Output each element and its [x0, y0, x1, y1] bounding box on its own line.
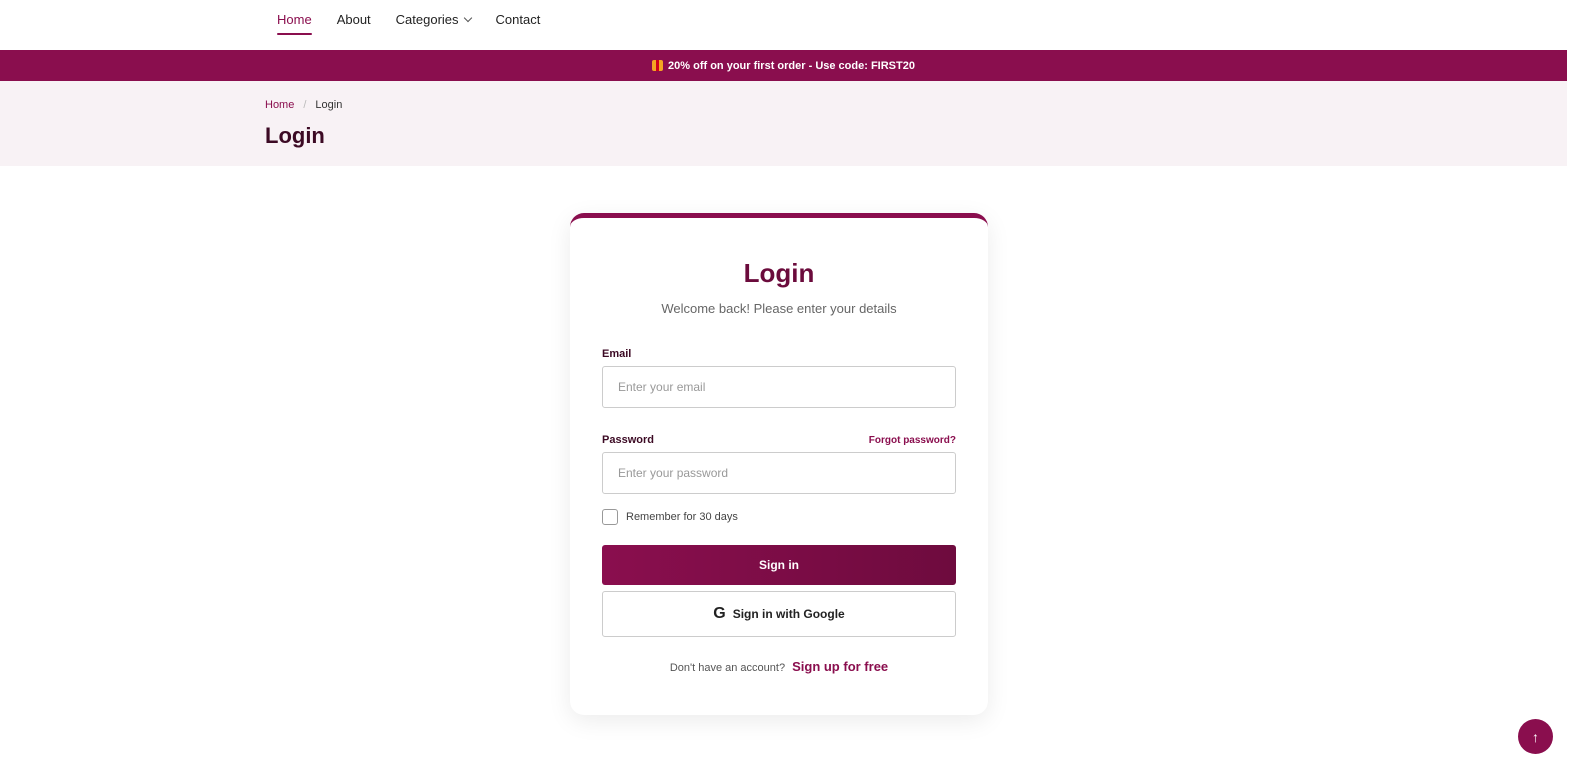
promo-banner: 20% off on your first order - Use code: … — [0, 50, 1567, 81]
signup-link[interactable]: Sign up for free — [792, 659, 888, 674]
arrow-up-icon: ↑ — [1532, 728, 1539, 745]
password-label: Password — [602, 434, 654, 446]
password-field[interactable] — [602, 452, 956, 494]
nav-home[interactable]: Home — [277, 12, 312, 35]
promo-text: 20% off on your first order - Use code: … — [668, 59, 915, 72]
google-sign-in-button[interactable]: G Sign in with Google — [602, 591, 956, 637]
remember-checkbox[interactable] — [602, 509, 618, 525]
scroll-to-top-button[interactable]: ↑ — [1518, 719, 1553, 754]
google-sign-in-label: Sign in with Google — [732, 607, 845, 621]
login-card-subtitle: Welcome back! Please enter your details — [661, 301, 897, 316]
signup-prompt: Don't have an account? — [669, 662, 786, 674]
sign-in-button[interactable]: Sign in — [602, 545, 956, 585]
google-g-icon: G — [713, 605, 726, 622]
email-label: Email — [602, 348, 632, 360]
top-navigation: Home About Categories Contact — [0, 0, 1581, 50]
nav-contact-label: Contact — [495, 12, 541, 27]
login-card: Login Welcome back! Please enter your de… — [570, 213, 988, 715]
nav-categories-label: Categories — [395, 12, 459, 27]
nav-home-label: Home — [277, 12, 312, 27]
forgot-password-link[interactable]: Forgot password? — [869, 435, 956, 446]
breadcrumb: Home / Login — [265, 99, 342, 111]
remember-label: Remember for 30 days — [626, 511, 738, 523]
page-scrollbar[interactable] — [1567, 0, 1581, 765]
main-nav: Home About Categories Contact — [277, 12, 565, 35]
breadcrumb-home-link[interactable]: Home — [265, 99, 294, 111]
login-card-title: Login — [743, 258, 815, 288]
page-title: Login — [265, 123, 325, 148]
chevron-down-icon — [463, 13, 472, 22]
signup-row: Don't have an account? Sign up for free — [570, 659, 988, 674]
breadcrumb-separator: / — [303, 99, 307, 111]
nav-about-label: About — [336, 12, 371, 27]
remember-row: Remember for 30 days — [602, 509, 738, 525]
nav-contact[interactable]: Contact — [496, 12, 541, 35]
gift-icon — [652, 60, 664, 71]
nav-categories[interactable]: Categories — [395, 12, 472, 35]
page-header: Home / Login Login — [0, 81, 1567, 166]
breadcrumb-current: Login — [315, 99, 343, 111]
email-field[interactable] — [602, 366, 956, 408]
nav-about[interactable]: About — [337, 12, 371, 35]
